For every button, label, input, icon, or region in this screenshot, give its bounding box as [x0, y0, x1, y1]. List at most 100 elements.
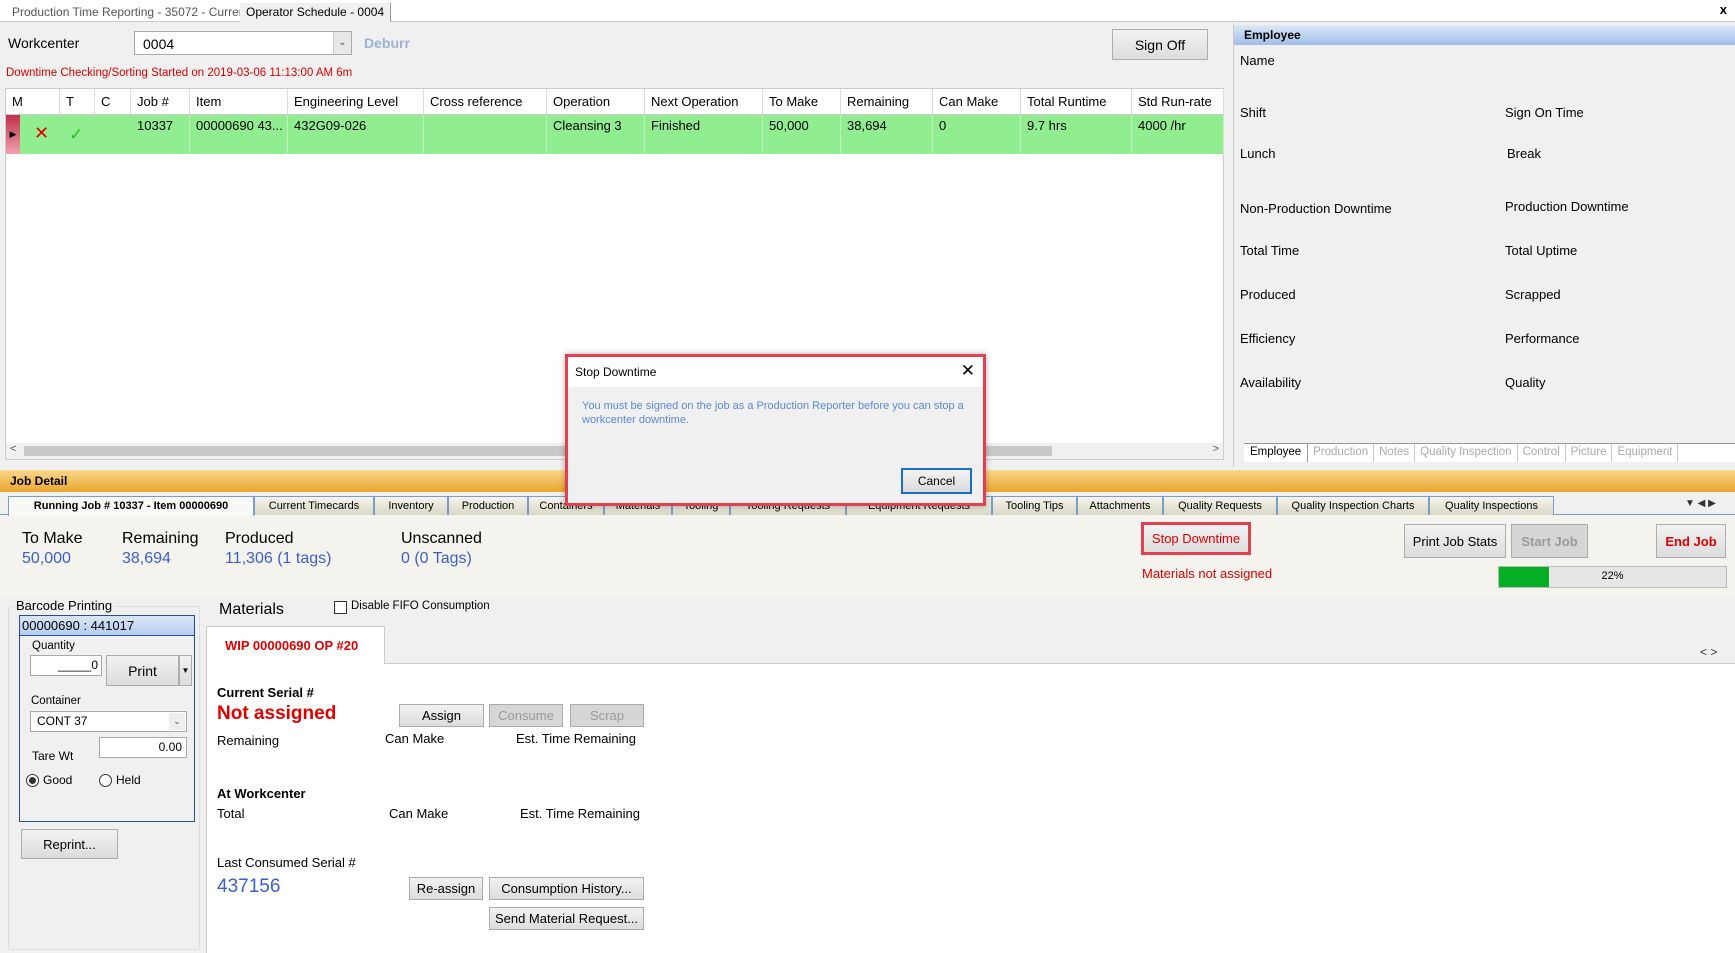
send-material-request-button[interactable]: Send Material Request... — [489, 907, 644, 930]
held-radio[interactable] — [99, 774, 112, 787]
tab-scroll-icons[interactable]: ▼ ◀ ▶ — [1685, 498, 1716, 509]
tare-weight-input[interactable]: 0.00 — [99, 737, 187, 758]
dialog-title: Stop Downtime — [568, 357, 983, 387]
tab-equipment[interactable]: Equipment — [1612, 444, 1679, 462]
tab-wip-material[interactable]: WIP 00000690 OP #20 — [206, 626, 385, 664]
field-production-downtime: Production Downtime — [1505, 199, 1629, 214]
disable-fifo-checkbox[interactable] — [334, 601, 347, 614]
employee-panel-title: Employee — [1234, 25, 1735, 45]
field-non-production-downtime: Non-Production Downtime — [1240, 201, 1392, 216]
container-label: Container — [31, 695, 81, 707]
cancel-button[interactable]: Cancel — [901, 468, 972, 494]
column-header[interactable]: Item — [190, 89, 288, 115]
field-break: Break — [1507, 146, 1541, 161]
stat-unscanned-label: Unscanned — [401, 530, 482, 547]
workcenter-combo[interactable]: 0004 ⌄ — [134, 31, 352, 55]
x-icon[interactable]: ✕ — [34, 123, 49, 144]
tab-operator-schedule[interactable]: Operator Schedule - 0004 — [240, 3, 392, 22]
stat-remaining-value: 38,694 — [122, 550, 171, 567]
tab-notes[interactable]: Notes — [1374, 444, 1416, 462]
can-make-label: Can Make — [385, 731, 445, 746]
cell-can-make: 0 — [933, 115, 1021, 154]
field-total-uptime: Total Uptime — [1505, 243, 1578, 258]
reassign-button[interactable]: Re-assign — [409, 877, 483, 900]
field-efficiency: Efficiency — [1240, 331, 1296, 346]
tab-production-time-reporting[interactable]: Production Time Reporting - 35072 - Curr… — [6, 3, 255, 22]
column-header[interactable]: Engineering Level — [288, 89, 424, 115]
est-time-remaining-label-2: Est. Time Remaining — [520, 806, 640, 821]
close-icon[interactable]: ✕ — [961, 361, 975, 381]
last-consumed-serial-label: Last Consumed Serial # — [217, 855, 356, 870]
check-icon[interactable]: ✓ — [69, 125, 83, 145]
column-header[interactable]: Operation — [547, 89, 645, 115]
tab-current-timecards[interactable]: Current Timecards — [254, 496, 374, 515]
tab-tooling-tips[interactable]: Tooling Tips — [992, 496, 1077, 515]
tab-quality-requests[interactable]: Quality Requests — [1163, 496, 1277, 515]
tab-inventory[interactable]: Inventory — [374, 496, 448, 515]
column-header[interactable]: Job # — [131, 89, 190, 115]
tare-weight-label: Tare Wt — [32, 749, 74, 763]
assign-button[interactable]: Assign — [399, 704, 484, 727]
employee-panel-tabs: Employee Production Notes Quality Inspec… — [1244, 443, 1735, 462]
field-quality: Quality — [1505, 375, 1546, 390]
reprint-button[interactable]: Reprint... — [21, 829, 118, 859]
workcenter-value: 0004 — [143, 36, 175, 52]
job-progress-bar: 22% — [1498, 566, 1727, 588]
column-header[interactable]: Cross reference — [424, 89, 547, 115]
column-header[interactable]: Total Runtime — [1021, 89, 1132, 115]
at-workcenter-label: At Workcenter — [217, 786, 306, 801]
container-select[interactable]: CONT 37 ⌄ — [30, 711, 187, 732]
scrap-button[interactable]: Scrap — [570, 704, 644, 727]
tab-quality-inspection[interactable]: Quality Inspection — [1415, 444, 1518, 462]
tab-control[interactable]: Control — [1518, 444, 1566, 462]
stat-to-make-value: 50,000 — [22, 550, 71, 567]
stat-to-make-label: To Make — [22, 530, 83, 547]
end-job-button[interactable]: End Job — [1656, 524, 1726, 558]
progress-label: 22% — [1601, 570, 1624, 582]
field-lunch: Lunch — [1240, 146, 1276, 161]
tab-quality-inspections[interactable]: Quality Inspections — [1429, 496, 1554, 515]
print-dropdown-icon[interactable]: ▼ — [179, 655, 192, 686]
cell-operation: Cleansing 3 — [547, 115, 645, 154]
print-button[interactable]: Print — [106, 655, 179, 686]
column-header[interactable]: Remaining — [841, 89, 933, 115]
column-header[interactable]: Next Operation — [645, 89, 763, 115]
tab-running-job[interactable]: Running Job # 10337 - Item 00000690 — [8, 496, 254, 516]
good-radio[interactable] — [26, 774, 39, 787]
dialog-message: You must be signed on the job as a Produ… — [582, 400, 964, 426]
tab-production[interactable]: Production — [448, 496, 528, 515]
tab-picture[interactable]: Picture — [1566, 444, 1613, 462]
tab-quality-inspection-charts[interactable]: Quality Inspection Charts — [1277, 496, 1429, 515]
workcenter-name: Deburr — [364, 35, 410, 51]
row-selector-icon[interactable]: ▶ — [6, 115, 20, 154]
cell-total-runtime: 9.7 hrs — [1021, 115, 1132, 154]
scroll-left-icon[interactable]: < — [10, 443, 16, 455]
chevron-down-icon[interactable]: ⌄ — [333, 32, 351, 54]
column-header[interactable]: Can Make — [933, 89, 1021, 115]
column-header[interactable]: T — [60, 89, 95, 115]
tab-employee[interactable]: Employee — [1244, 444, 1309, 462]
close-icon[interactable]: x — [1720, 2, 1727, 17]
column-header[interactable]: Std Run-rate — [1132, 89, 1224, 115]
consumption-history-button[interactable]: Consumption History... — [489, 877, 644, 900]
stat-produced-value: 11,306 (1 tags) — [225, 550, 332, 567]
start-job-button[interactable]: Start Job — [1511, 524, 1588, 558]
can-make-label-2: Can Make — [389, 806, 449, 821]
cell-to-make: 50,000 — [763, 115, 841, 154]
stop-downtime-button[interactable]: Stop Downtime — [1141, 522, 1251, 555]
print-job-stats-button[interactable]: Print Job Stats — [1404, 524, 1506, 558]
materials-tab-scroll-icons[interactable]: < > — [1700, 645, 1717, 659]
tab-production[interactable]: Production — [1308, 444, 1375, 462]
sign-off-button[interactable]: Sign Off — [1112, 29, 1208, 60]
total-label: Total — [217, 806, 245, 821]
field-scrapped: Scrapped — [1505, 287, 1561, 302]
column-header[interactable]: To Make — [763, 89, 841, 115]
column-header[interactable]: M — [6, 89, 60, 115]
chevron-down-icon[interactable]: ⌄ — [169, 713, 185, 730]
cell-job: 10337 — [131, 115, 190, 154]
scroll-right-icon[interactable]: > — [1213, 443, 1219, 455]
tab-attachments[interactable]: Attachments — [1077, 496, 1163, 515]
column-header[interactable]: C — [95, 89, 131, 115]
consume-button[interactable]: Consume — [489, 704, 563, 727]
quantity-input[interactable]: _____0 — [30, 655, 102, 676]
